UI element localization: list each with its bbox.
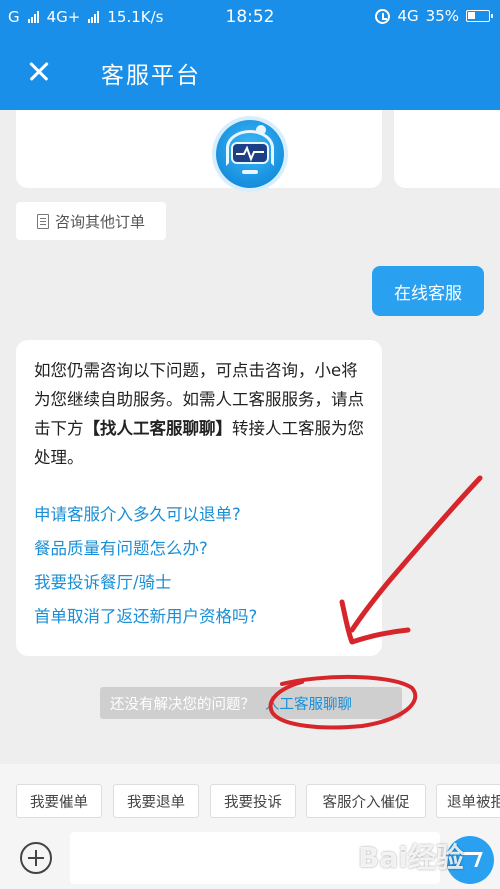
- monitor-icon: [231, 142, 269, 164]
- question-link[interactable]: 我要投诉餐厅/骑士: [34, 566, 364, 600]
- quick-reply-button[interactable]: 退单被拒: [436, 784, 500, 818]
- bot-message-bubble: 如您仍需咨询以下问题，可点击咨询，小e将为您继续自助服务。如需人工客服服务，请点…: [16, 340, 382, 656]
- title-bar: 客服平台: [0, 34, 500, 110]
- alarm-icon: [375, 8, 391, 24]
- human-service-highlight: 【找人工客服聊聊】: [83, 419, 233, 438]
- previous-card: [394, 110, 500, 188]
- question-link[interactable]: 首单取消了返还新用户资格吗?: [34, 600, 364, 634]
- question-link[interactable]: 餐品质量有问题怎么办?: [34, 532, 364, 566]
- consult-other-orders-label: 咨询其他订单: [54, 212, 145, 231]
- page-title: 客服平台: [101, 63, 201, 89]
- close-button[interactable]: [24, 56, 54, 86]
- hint-text: 还没有解决您的问题？: [110, 696, 255, 713]
- annotation-arrow: [339, 475, 483, 645]
- previous-card: [16, 110, 382, 188]
- bot-intro-text: 如您仍需咨询以下问题，可点击咨询，小e将为您继续自助服务。如需人工客服服务，请点…: [34, 361, 364, 467]
- quick-reply-button[interactable]: 我要退单: [113, 784, 199, 818]
- consult-other-orders-button[interactable]: 咨询其他订单: [16, 202, 166, 240]
- battery-icon: [466, 10, 493, 22]
- carrier-3: 4G: [397, 7, 419, 25]
- status-bar: G 4G+ 15.1K/s 18:52 4G 35%: [0, 0, 500, 34]
- user-message-bubble: 在线客服: [372, 266, 484, 316]
- user-message-text: 在线客服: [394, 283, 462, 304]
- quick-reply-button[interactable]: 我要催单: [16, 784, 102, 818]
- bot-avatar: [216, 120, 284, 188]
- question-link[interactable]: 申请客服介入多久可以退单?: [34, 498, 364, 532]
- document-icon: [36, 213, 49, 229]
- quick-reply-button[interactable]: 客服介入催促: [306, 784, 426, 818]
- quick-reply-button[interactable]: 我要投诉: [210, 784, 296, 818]
- battery-percent: 35%: [425, 7, 459, 25]
- status-right: 4G 35%: [375, 7, 493, 25]
- question-list: 申请客服介入多久可以退单? 餐品质量有问题怎么办? 我要投诉餐厅/骑士 首单取消…: [34, 498, 364, 634]
- watermark: Bai经验: [358, 841, 464, 874]
- add-button[interactable]: [20, 842, 52, 874]
- annotation-circle: [268, 674, 418, 730]
- pulse-icon: [236, 145, 264, 162]
